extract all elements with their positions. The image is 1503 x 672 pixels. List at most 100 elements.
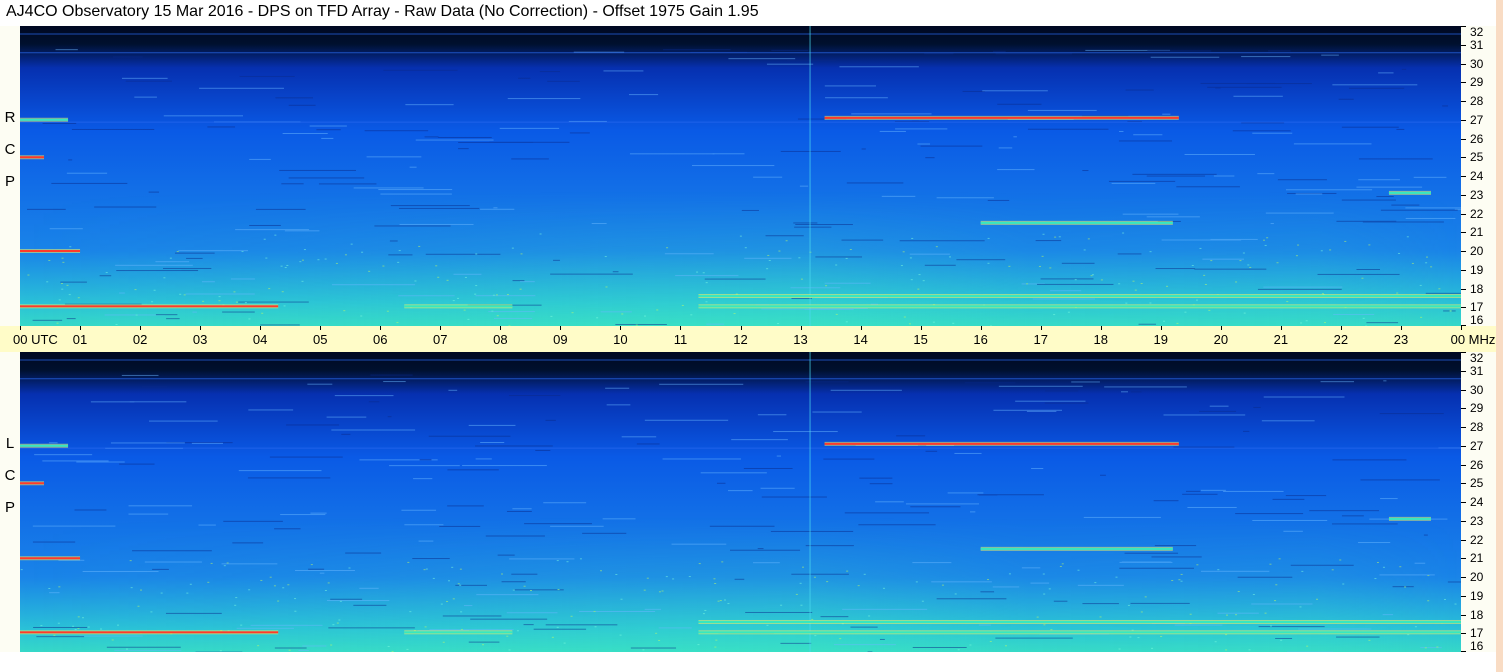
texture-streak xyxy=(1037,283,1114,285)
texture-dot xyxy=(1297,244,1300,246)
texture-streak xyxy=(909,253,950,255)
texture-dot xyxy=(409,611,412,613)
texture-streak xyxy=(799,185,809,187)
texture-streak xyxy=(269,456,343,458)
texture-dot xyxy=(282,587,285,589)
texture-dot xyxy=(153,289,156,291)
texture-dot xyxy=(910,279,913,281)
time-tick-label: 17 xyxy=(1033,332,1048,347)
texture-dot xyxy=(835,264,838,266)
texture-dot xyxy=(811,618,814,620)
texture-streak xyxy=(1331,523,1398,525)
texture-streak xyxy=(995,637,1073,639)
texture-dot xyxy=(77,616,80,618)
texture-dot xyxy=(1140,283,1143,285)
texture-streak xyxy=(1414,562,1426,564)
texture-dot xyxy=(780,604,783,606)
texture-streak xyxy=(462,465,547,467)
texture-streak xyxy=(415,139,494,141)
frequency-tick-label: 26 xyxy=(1470,457,1484,472)
texture-streak xyxy=(1253,406,1261,408)
texture-dot xyxy=(1368,639,1371,641)
time-tick xyxy=(980,326,982,330)
texture-streak xyxy=(374,225,451,227)
signal-band xyxy=(20,557,81,560)
texture-streak xyxy=(1117,253,1142,255)
texture-streak xyxy=(174,252,215,254)
texture-dot xyxy=(451,566,454,568)
frequency-tick-label: 23 xyxy=(1470,513,1484,528)
texture-streak xyxy=(664,253,714,255)
frequency-tick xyxy=(1461,633,1466,635)
texture-streak xyxy=(1401,68,1407,70)
texture-streak xyxy=(163,267,212,269)
texture-dot xyxy=(1038,265,1041,267)
texture-dot xyxy=(269,576,272,578)
texture-streak xyxy=(924,53,954,55)
texture-dot xyxy=(482,644,485,646)
reference-line xyxy=(20,359,1461,361)
texture-dot xyxy=(656,309,659,311)
time-tick-label: 20 xyxy=(1213,332,1229,347)
texture-dot xyxy=(704,609,707,611)
time-tick xyxy=(1280,326,1282,330)
texture-streak xyxy=(790,287,841,289)
texture-streak xyxy=(222,311,255,313)
texture-streak xyxy=(55,49,78,51)
texture-streak xyxy=(869,483,893,485)
texture-dot xyxy=(1061,563,1064,565)
texture-dot xyxy=(125,648,128,650)
texture-streak xyxy=(791,573,849,575)
frequency-tick-label: 20 xyxy=(1470,244,1484,258)
texture-streak xyxy=(795,224,853,226)
texture-dot xyxy=(463,309,466,311)
time-tick-label: 18 xyxy=(1093,332,1108,347)
texture-dot xyxy=(424,626,427,628)
texture-streak xyxy=(1124,552,1179,554)
texture-dot xyxy=(467,318,470,320)
texture-streak xyxy=(119,292,125,294)
texture-dot xyxy=(382,265,385,267)
time-tick xyxy=(20,326,21,330)
texture-dot xyxy=(1134,289,1137,291)
texture-dot xyxy=(324,258,327,260)
frequency-tick-label: 32 xyxy=(1470,351,1484,365)
texture-streak xyxy=(1118,140,1173,142)
texture-dot xyxy=(77,628,80,630)
texture-dot xyxy=(111,639,114,641)
texture-dot xyxy=(1449,310,1452,312)
texture-dot xyxy=(339,600,342,602)
texture-streak xyxy=(924,264,956,266)
frequency-tick-label: 21 xyxy=(1470,551,1484,566)
frequency-tick-label: 32 xyxy=(1470,25,1484,39)
texture-streak xyxy=(1405,217,1456,219)
texture-dot xyxy=(1004,645,1007,647)
texture-streak xyxy=(288,104,316,106)
frequency-tick xyxy=(1461,44,1466,46)
texture-dot xyxy=(135,314,138,316)
texture-streak xyxy=(582,532,627,534)
texture-streak xyxy=(1382,614,1394,616)
frequency-tick-label: 22 xyxy=(1470,532,1484,547)
time-tick xyxy=(920,326,922,330)
texture-dot xyxy=(593,611,596,613)
frequency-tick xyxy=(1461,558,1466,560)
texture-streak xyxy=(912,562,952,564)
texture-dot xyxy=(425,568,428,570)
texture-streak xyxy=(501,581,526,583)
texture-dot xyxy=(1374,578,1377,580)
texture-dot xyxy=(1129,636,1132,638)
texture-streak xyxy=(274,528,301,530)
texture-streak xyxy=(1015,400,1086,402)
texture-streak xyxy=(1413,176,1447,178)
time-tick-label: 04 xyxy=(252,332,268,347)
texture-streak xyxy=(1270,223,1274,225)
texture-dot xyxy=(798,257,801,259)
texture-streak xyxy=(448,389,458,391)
texture-streak xyxy=(1223,490,1284,492)
texture-streak xyxy=(383,69,458,71)
texture-dot xyxy=(1286,301,1289,303)
texture-dot xyxy=(189,583,192,585)
texture-dot xyxy=(1248,649,1251,651)
texture-dot xyxy=(1426,256,1429,258)
